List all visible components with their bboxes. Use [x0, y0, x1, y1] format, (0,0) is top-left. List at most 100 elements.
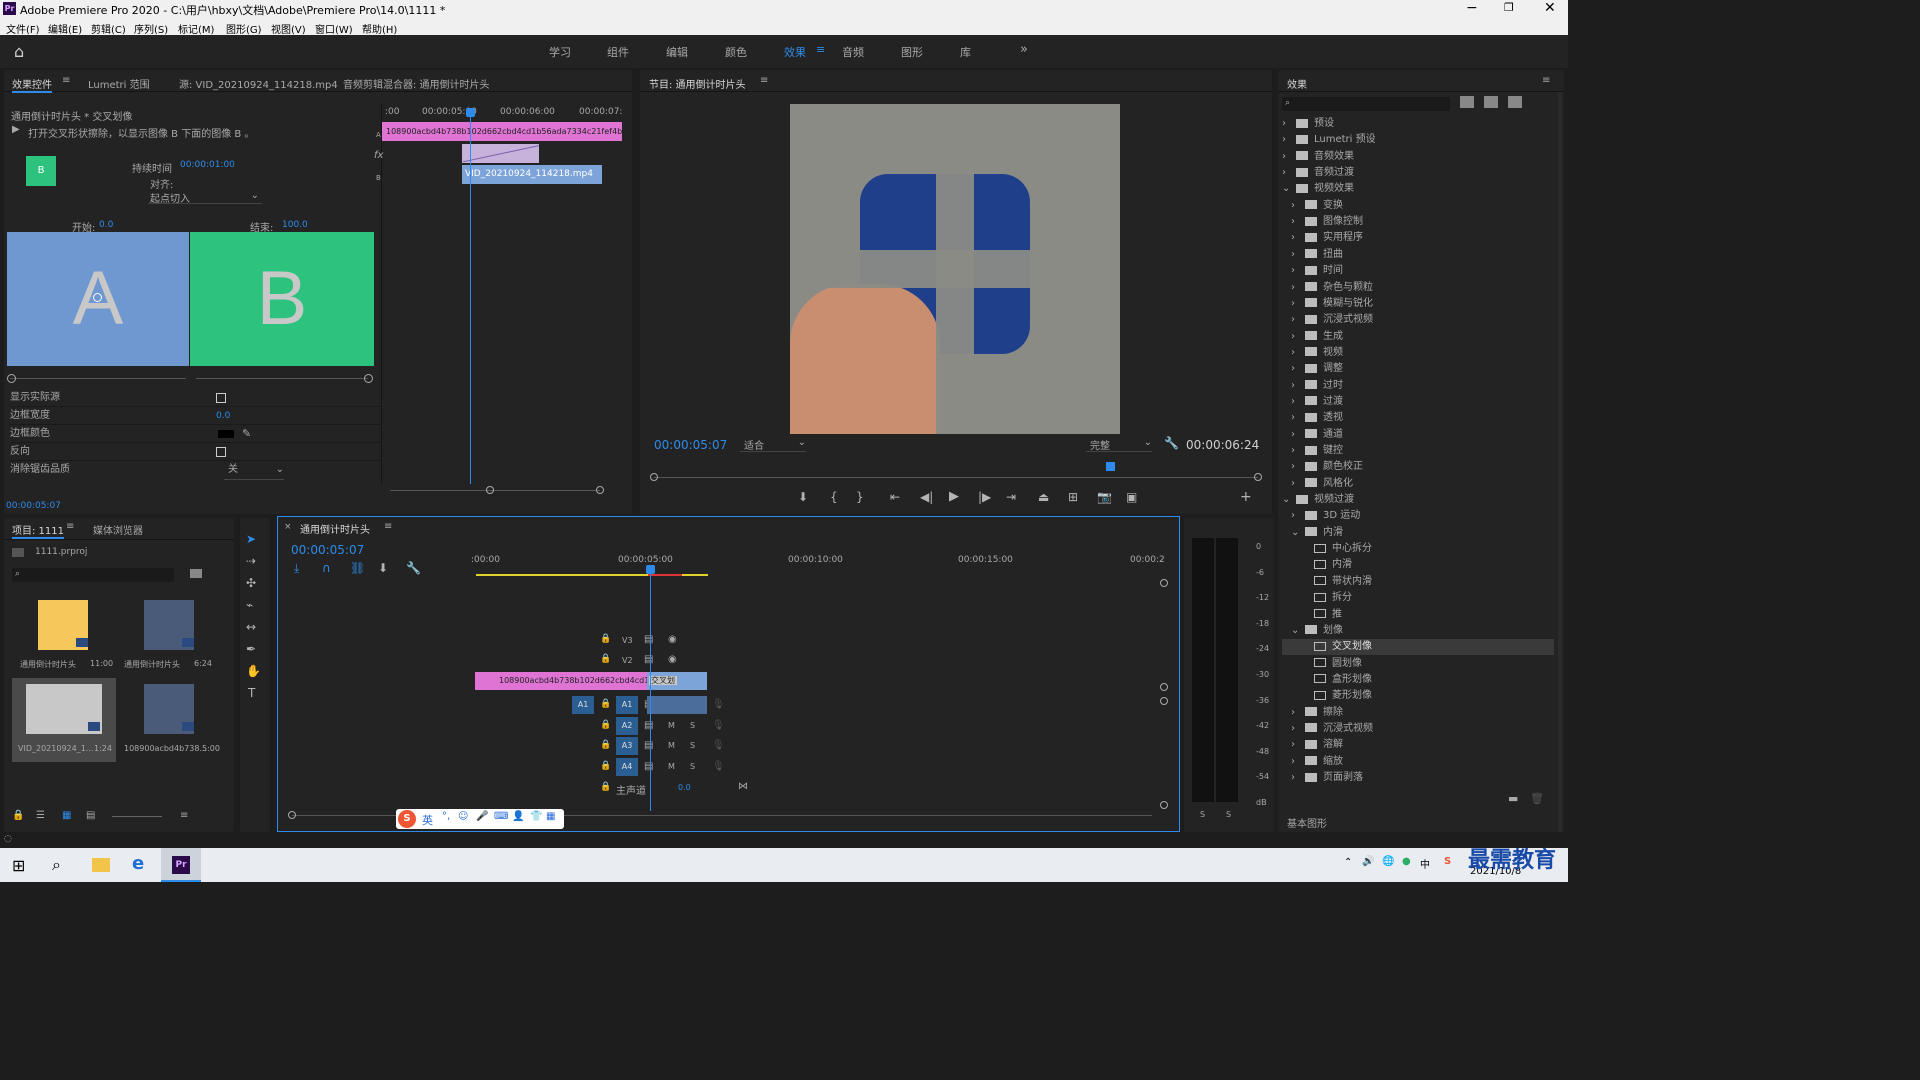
effects-folder[interactable]: › 音频过渡: [1282, 165, 1554, 181]
export-frame-icon[interactable]: 📷: [1097, 490, 1112, 504]
sync-lock-icon[interactable]: ▤: [644, 761, 653, 772]
ime-tools-icon[interactable]: ▦: [546, 811, 555, 822]
add-marker-icon[interactable]: ⬇: [798, 490, 808, 504]
v-scroll-handle-2[interactable]: [1160, 683, 1168, 691]
ec-clip-a[interactable]: 108900acbd4b738b102d662cbd4cd1b56ada7334…: [382, 122, 622, 141]
effects-scrollbar[interactable]: [1558, 92, 1562, 832]
32bit-effects-icon[interactable]: [1484, 96, 1498, 108]
step-forward-icon[interactable]: |▶: [978, 490, 991, 504]
mark-in-icon[interactable]: {: [830, 490, 838, 504]
freeform-view-icon[interactable]: ▤: [86, 810, 95, 821]
ec-playhead-marker[interactable]: [466, 108, 475, 117]
menu-help[interactable]: 帮助(H): [362, 21, 397, 36]
effects-folder[interactable]: › 变换: [1282, 198, 1554, 214]
sync-lock-icon[interactable]: ▤: [644, 634, 653, 645]
effects-folder[interactable]: ⌄ 划像: [1282, 623, 1554, 639]
v-scroll-handle-4[interactable]: [1160, 801, 1168, 809]
more-workspaces-icon[interactable]: »: [1020, 42, 1028, 57]
effects-title[interactable]: 效果: [1287, 76, 1307, 91]
list-view-icon[interactable]: ☰: [36, 810, 45, 821]
effects-item[interactable]: 拆分: [1282, 590, 1554, 606]
ec-transition-block[interactable]: [462, 144, 539, 163]
program-title[interactable]: 节目: 通用倒计时片头: [649, 76, 746, 91]
effects-folder[interactable]: › 通道: [1282, 427, 1554, 443]
premiere-taskbar-icon[interactable]: Pr: [161, 848, 201, 882]
tab-audio-mixer[interactable]: 音频剪辑混合器: 通用倒计时片头: [343, 76, 490, 91]
sort-icon[interactable]: ≡: [180, 810, 188, 821]
go-to-out-icon[interactable]: ⇥: [1006, 490, 1016, 504]
effects-folder[interactable]: › 缩放: [1282, 754, 1554, 770]
ripple-edit-tool-icon[interactable]: ✣: [246, 576, 256, 590]
ime-toolbar[interactable]: S 英 °, ☺ 🎤 ⌨ 👤 👕 ▦: [396, 809, 564, 829]
effects-folder[interactable]: › Lumetri 预设: [1282, 132, 1554, 148]
ws-effects[interactable]: 效果: [784, 44, 806, 60]
yuv-effects-icon[interactable]: [1508, 96, 1522, 108]
lift-icon[interactable]: ⏏: [1038, 490, 1049, 504]
timeline-playhead[interactable]: [650, 567, 651, 811]
ec-zoom-handle-left[interactable]: [486, 486, 494, 494]
sync-lock-icon[interactable]: ▤: [644, 720, 653, 731]
effects-item[interactable]: 内滑: [1282, 557, 1554, 573]
effects-folder[interactable]: › 过时: [1282, 378, 1554, 394]
v-scroll-handle-3[interactable]: [1160, 697, 1168, 705]
mark-out-icon[interactable]: }: [856, 490, 864, 504]
ime-skin-icon[interactable]: 👕: [530, 811, 542, 822]
tab-source[interactable]: 源: VID_20210924_114218.mp4: [179, 76, 338, 91]
effects-folder[interactable]: › 键控: [1282, 443, 1554, 459]
eyedropper-icon[interactable]: ✎: [242, 425, 251, 443]
solo-button[interactable]: S: [690, 762, 695, 771]
lock-icon[interactable]: 🔒: [600, 740, 611, 750]
anti-alias-dropdown[interactable]: 关 ⌄: [224, 461, 284, 480]
timeline-timecode[interactable]: 00:00:05:07: [291, 543, 364, 557]
effects-folder[interactable]: › 过渡: [1282, 394, 1554, 410]
effects-folder[interactable]: › 沉浸式视频: [1282, 721, 1554, 737]
effects-folder[interactable]: ⌄ 视频效果: [1282, 181, 1554, 197]
wechat-icon[interactable]: ●: [1402, 856, 1411, 867]
fit-dropdown[interactable]: 适合 ⌄: [740, 437, 806, 452]
volume-icon[interactable]: 🔊: [1362, 856, 1374, 867]
eye-icon[interactable]: ◉: [668, 654, 677, 665]
sogou-tray-icon[interactable]: S: [1444, 856, 1451, 867]
effects-folder[interactable]: › 沉浸式视频: [1282, 312, 1554, 328]
effects-folder[interactable]: › 颜色校正: [1282, 459, 1554, 475]
ws-libraries[interactable]: 库: [960, 44, 971, 60]
network-icon[interactable]: 🌐: [1382, 856, 1394, 867]
track-name[interactable]: A3: [616, 737, 638, 755]
ime-user-icon[interactable]: 👤: [512, 811, 524, 822]
mic-icon[interactable]: 🎙: [712, 720, 725, 731]
ws-graphics[interactable]: 图形: [901, 44, 923, 60]
ws-audio[interactable]: 音频: [842, 44, 864, 60]
effects-folder[interactable]: › 视频: [1282, 345, 1554, 361]
lock-icon[interactable]: 🔒: [600, 634, 611, 644]
edge-icon[interactable]: e: [132, 853, 144, 874]
ec-timecode[interactable]: 00:00:05:07: [6, 501, 61, 511]
delete-icon[interactable]: 🗑: [1530, 792, 1544, 805]
program-playhead[interactable]: [1106, 462, 1115, 471]
basic-graphics-tab[interactable]: 基本图形: [1287, 815, 1327, 830]
h-scroll-handle[interactable]: [288, 811, 296, 819]
play-icon[interactable]: ▶: [949, 489, 959, 504]
ws-assembly[interactable]: 组件: [607, 44, 629, 60]
compare-view-icon[interactable]: ▣: [1126, 490, 1137, 504]
sequence-tab[interactable]: 通用倒计时片头: [300, 521, 370, 536]
duration-value[interactable]: 00:00:01:00: [180, 160, 235, 170]
extract-icon[interactable]: ⊞: [1068, 490, 1078, 504]
track-select-tool-icon[interactable]: ⇢: [246, 554, 256, 568]
wrench-icon[interactable]: 🔧: [1164, 436, 1179, 450]
menu-edit[interactable]: 编辑(E): [48, 21, 82, 36]
nest-icon[interactable]: ⤓: [294, 561, 299, 576]
effects-item[interactable]: 交叉划像: [1282, 639, 1554, 656]
v1-transition-clip[interactable]: 交叉划: [647, 672, 707, 690]
lock-icon[interactable]: 🔒: [600, 699, 611, 709]
quality-dropdown[interactable]: 完整 ⌄: [1086, 437, 1152, 452]
border-color-swatch[interactable]: [218, 430, 234, 438]
program-scrubber[interactable]: [654, 477, 1258, 478]
border-width-value[interactable]: 0.0: [216, 407, 230, 425]
effects-folder[interactable]: › 风格化: [1282, 476, 1554, 492]
effects-folder[interactable]: ⌄ 视频过渡: [1282, 492, 1554, 508]
ec-zoom-bar[interactable]: [390, 490, 600, 491]
a1-clip[interactable]: [647, 696, 707, 714]
effects-item[interactable]: 圆划像: [1282, 656, 1554, 672]
lock-icon[interactable]: 🔒: [12, 810, 24, 821]
tab-lumetri[interactable]: Lumetri 范围: [88, 76, 150, 91]
